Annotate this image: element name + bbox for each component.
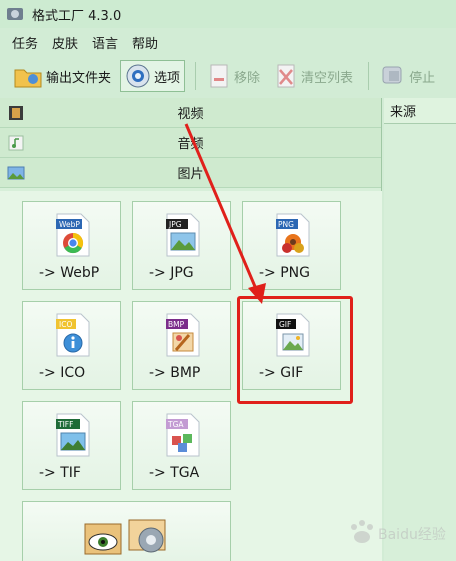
annotation-arrow	[184, 123, 266, 304]
annotation-highlight-box	[237, 296, 353, 404]
baidu-paw-icon: Baidu经验	[351, 520, 446, 543]
watermark: Baidu经验	[342, 515, 452, 549]
svg-text:Baidu经验: Baidu经验	[378, 527, 446, 543]
